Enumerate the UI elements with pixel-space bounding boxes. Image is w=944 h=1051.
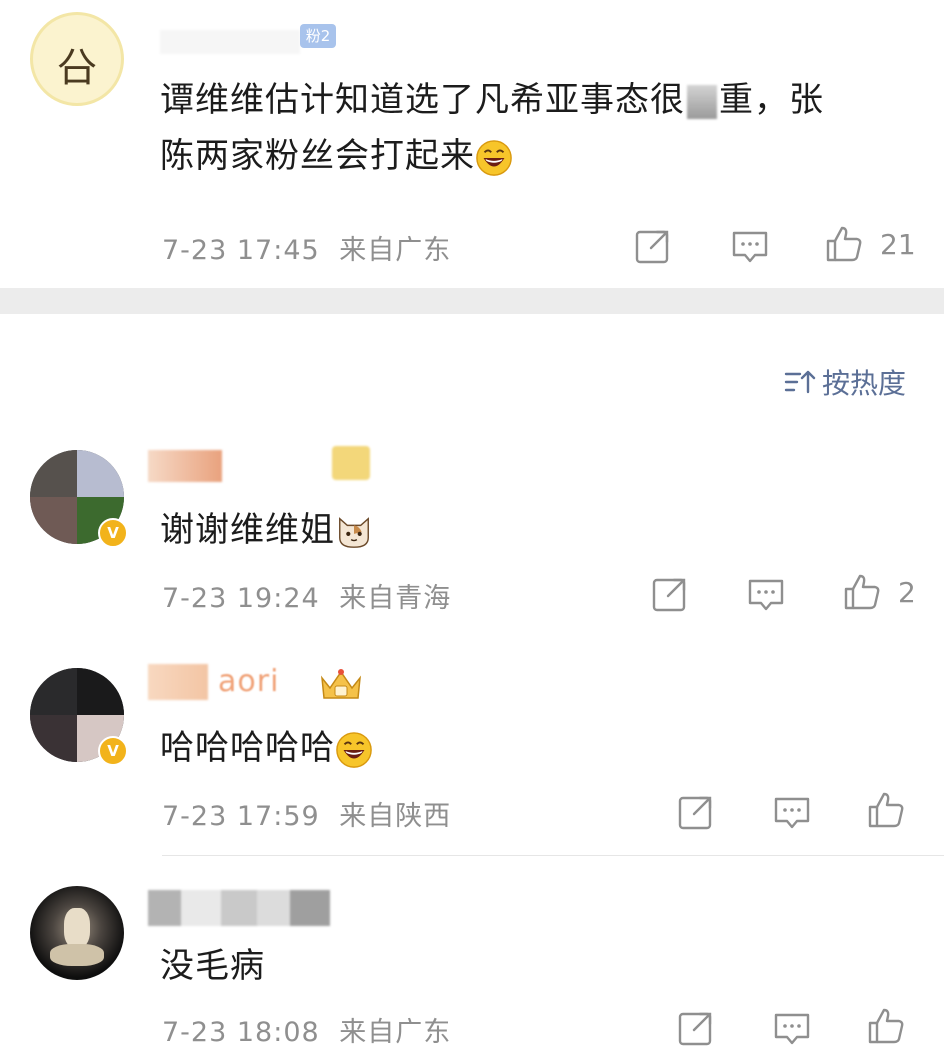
location: 来自广东 [339, 235, 452, 266]
sort-label: 按热度 [821, 367, 906, 400]
location: 来自陕西 [339, 801, 452, 832]
crown-badge-icon [321, 669, 361, 699]
comment-icon[interactable] [746, 574, 786, 614]
username-fragment[interactable]: aori [218, 664, 279, 699]
blurred-username [148, 664, 208, 700]
sort-icon [784, 370, 816, 394]
section-divider [0, 288, 944, 314]
like-icon[interactable] [866, 1006, 906, 1046]
timestamp: 7-23 17:45 [162, 235, 320, 266]
location: 来自广东 [339, 1017, 452, 1048]
share-icon[interactable] [676, 792, 716, 832]
cat-face-icon [339, 516, 369, 548]
timestamp: 7-23 17:59 [162, 801, 320, 832]
comment-text: 谭维维估计知道选了凡希亚事态很 重，张 [160, 80, 824, 120]
comment-icon[interactable] [730, 226, 770, 266]
avatar[interactable] [30, 886, 124, 980]
comment-icon[interactable] [772, 792, 812, 832]
avatar[interactable]: 㕣 [30, 12, 124, 106]
blurred-username [160, 30, 300, 54]
share-icon[interactable] [633, 226, 673, 266]
laughing-face-icon [336, 731, 372, 768]
like-count: 2 [898, 576, 916, 609]
laughing-face-icon [476, 139, 512, 176]
comment-text: 谢谢维维姐 [160, 502, 373, 551]
blurred-username [148, 890, 330, 926]
like-icon[interactable] [824, 224, 864, 264]
comment-meta: 7-23 17:59 来自陕西 [162, 794, 451, 833]
sort-by-hot-button[interactable]: 按热度 [784, 362, 906, 402]
timestamp: 7-23 18:08 [162, 1017, 320, 1048]
like-icon[interactable] [866, 790, 906, 830]
reply-divider [162, 855, 944, 856]
comment-icon[interactable] [772, 1008, 812, 1048]
comment-text: 没毛病 [160, 946, 265, 986]
timestamp: 7-23 19:24 [162, 583, 320, 614]
location: 来自青海 [339, 583, 452, 614]
comment-meta: 7-23 17:45 来自广东 [162, 228, 451, 267]
share-icon[interactable] [650, 574, 690, 614]
like-count: 21 [880, 228, 916, 261]
fan-badge-label: 粉2 [305, 27, 331, 45]
fan-badge[interactable]: 粉2 [300, 24, 336, 48]
share-icon[interactable] [676, 1008, 716, 1048]
blurred-badge [332, 446, 370, 480]
comment-text: 哈哈哈哈哈 [160, 720, 373, 769]
comment-meta: 7-23 19:24 来自青海 [162, 576, 451, 615]
verified-badge: V [98, 736, 128, 766]
avatar-glyph: 㕣 [57, 45, 97, 91]
verified-badge: V [98, 518, 128, 548]
like-icon[interactable] [842, 572, 882, 612]
masked-character [687, 84, 717, 119]
comment-text-line2: 陈两家粉丝会打起来 [160, 128, 513, 177]
comment-meta: 7-23 18:08 来自广东 [162, 1010, 451, 1049]
blurred-username [148, 450, 222, 482]
